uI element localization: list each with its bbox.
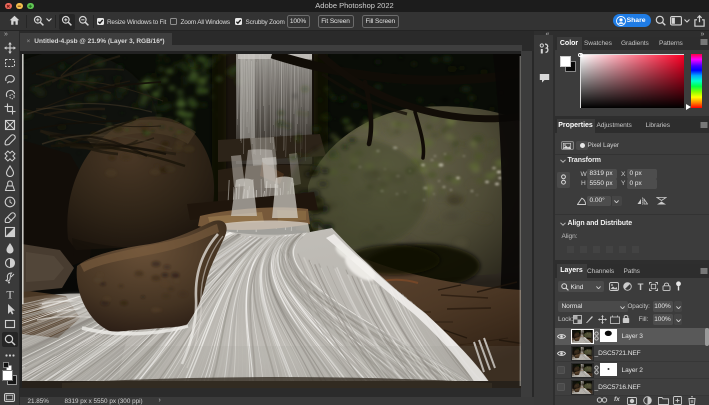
svg-text:T: T (638, 282, 644, 291)
svg-text:T: T (6, 288, 14, 300)
